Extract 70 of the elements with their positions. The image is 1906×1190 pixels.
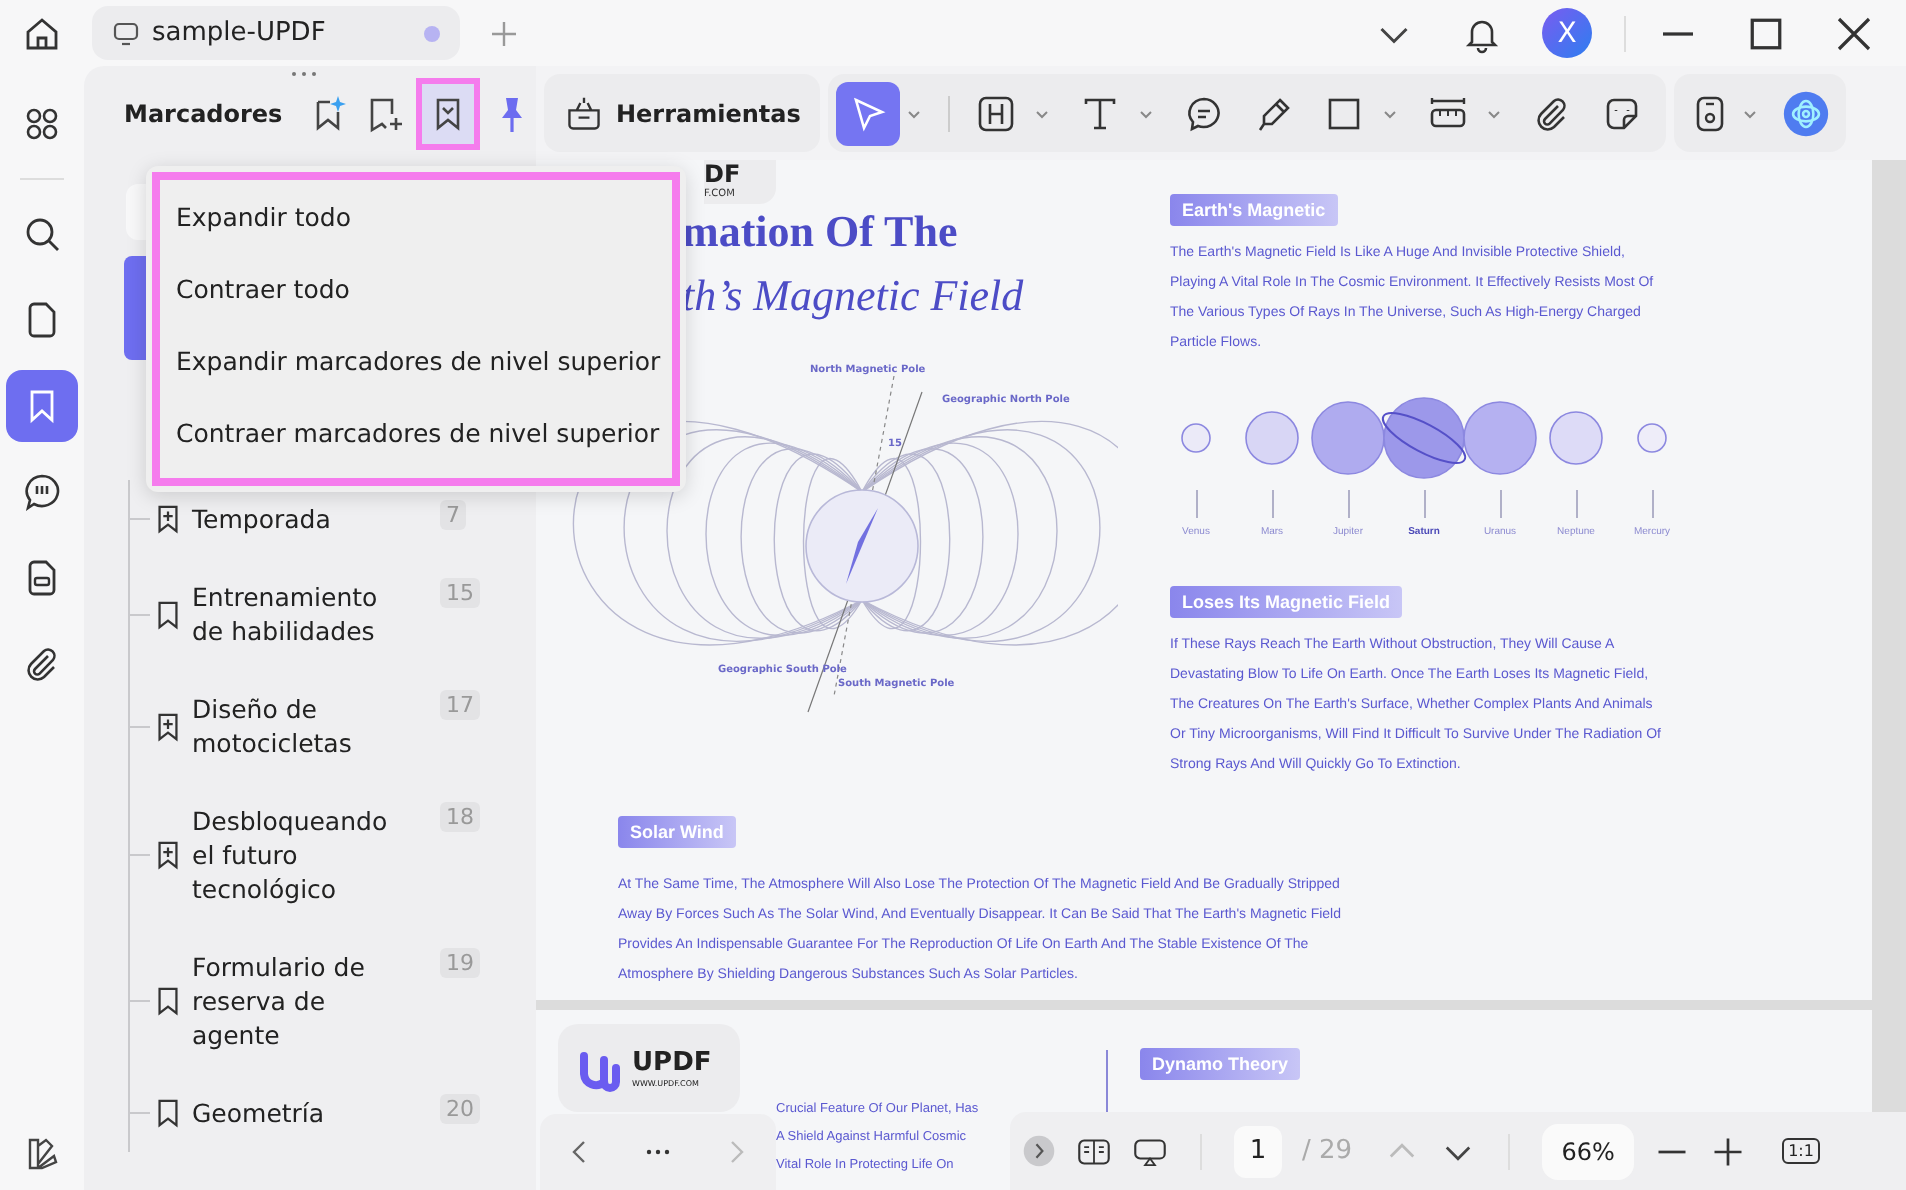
ai-assistant-icon[interactable] [1782, 89, 1831, 137]
book-icon[interactable] [1076, 1133, 1112, 1169]
toolbox-icon [564, 93, 604, 133]
bookmark-label: Diseño de motocicletas [192, 692, 354, 760]
menu-item[interactable]: Contraer todo [152, 254, 680, 326]
caret-icon[interactable] [1138, 105, 1155, 121]
caret-icon[interactable] [1742, 105, 1759, 121]
menu-item[interactable]: Contraer marcadores de nivel superior [152, 398, 680, 470]
sticker-icon [1602, 93, 1643, 133]
page-number-badge: 17 [440, 690, 480, 720]
avatar[interactable]: X [1542, 8, 1592, 58]
section-tag: Dynamo Theory [1140, 1048, 1301, 1080]
collapse-bookmark-button[interactable] [416, 78, 480, 150]
plus-icon[interactable] [1710, 1133, 1747, 1169]
ruler-icon [1428, 93, 1469, 133]
menu-item[interactable]: Expandir marcadores de nivel superior [152, 326, 680, 398]
monitor-icon [112, 19, 140, 47]
bookmarks-button[interactable] [6, 370, 78, 442]
text-box-icon [976, 93, 1017, 133]
bookmark-item[interactable]: Entrenamiento de habilidades 15 [130, 558, 536, 670]
select-tool[interactable] [836, 81, 901, 145]
logo-wordmark: UPDF [632, 1049, 712, 1077]
page-title: mation Of The [682, 204, 960, 260]
bookmark-item[interactable]: Formulario de reserva de agente 19 [130, 928, 536, 1074]
cursor-icon [848, 93, 889, 133]
bookmark-label: Entrenamiento de habilidades [192, 580, 380, 648]
menu-item[interactable]: Expandir todo [152, 182, 680, 254]
caret-icon[interactable] [906, 105, 923, 121]
paperclip-icon [22, 644, 62, 684]
page-number-field[interactable]: 1 [1234, 1125, 1282, 1177]
rectangle-icon [1324, 93, 1365, 133]
page-subtitle: th’s Magnetic Field [682, 268, 1026, 324]
section-tag: Solar Wind [618, 815, 736, 847]
page-number-badge: 18 [440, 802, 480, 832]
speech-bubble-icon [22, 472, 62, 512]
bookmark-item[interactable]: Diseño de motocicletas 17 [130, 670, 536, 782]
page-number-badge: 7 [440, 500, 466, 530]
comment-icon [1184, 93, 1225, 133]
highlighter-icon [1254, 93, 1295, 133]
caret-icon[interactable] [1486, 105, 1503, 121]
bookmark-label: Desbloqueando el futuro tecnológico [192, 804, 390, 906]
bookmark-item[interactable]: Geometría 20 [130, 1074, 536, 1152]
bookmark-label: Geometría [192, 1096, 327, 1130]
maximize-icon[interactable] [1746, 13, 1786, 53]
panel-title: Marcadores [124, 100, 285, 128]
bookmark-label: Temporada [192, 502, 333, 536]
close-icon[interactable] [1834, 13, 1874, 53]
home-icon[interactable] [22, 13, 62, 53]
page-number-badge: 20 [440, 1094, 480, 1124]
caret-icon[interactable] [1382, 105, 1399, 121]
drag-handle-icon[interactable] [292, 72, 316, 76]
grid-icon [22, 104, 62, 144]
tab-title: sample-UPDF [152, 18, 328, 48]
page-total: / 29 [1302, 1136, 1353, 1166]
bookmark-item[interactable]: Temporada 7 [130, 480, 536, 558]
page-number-badge: 15 [440, 578, 480, 608]
actual-size-button[interactable]: 1:1 [1782, 1138, 1820, 1164]
caret-icon[interactable] [1034, 105, 1051, 121]
chevron-right-icon[interactable] [1022, 1134, 1056, 1168]
page-number-badge: 19 [440, 948, 480, 978]
section-tag: Earth's Magnetic [1170, 194, 1338, 226]
bookmark-label: Formulario de reserva de agente [192, 950, 367, 1052]
search-icon [22, 214, 62, 254]
zoom-field[interactable]: 66% [1542, 1123, 1635, 1179]
presentation-icon[interactable] [1132, 1133, 1168, 1169]
tools-button[interactable]: Herramientas [544, 74, 821, 152]
text-icon [1080, 93, 1121, 133]
bookmark-item[interactable]: Desbloqueando el futuro tecnológico 18 [130, 782, 536, 928]
section-tag: Loses Its Magnetic Field [1170, 586, 1403, 618]
document-tab[interactable]: sample-UPDF [92, 6, 460, 60]
